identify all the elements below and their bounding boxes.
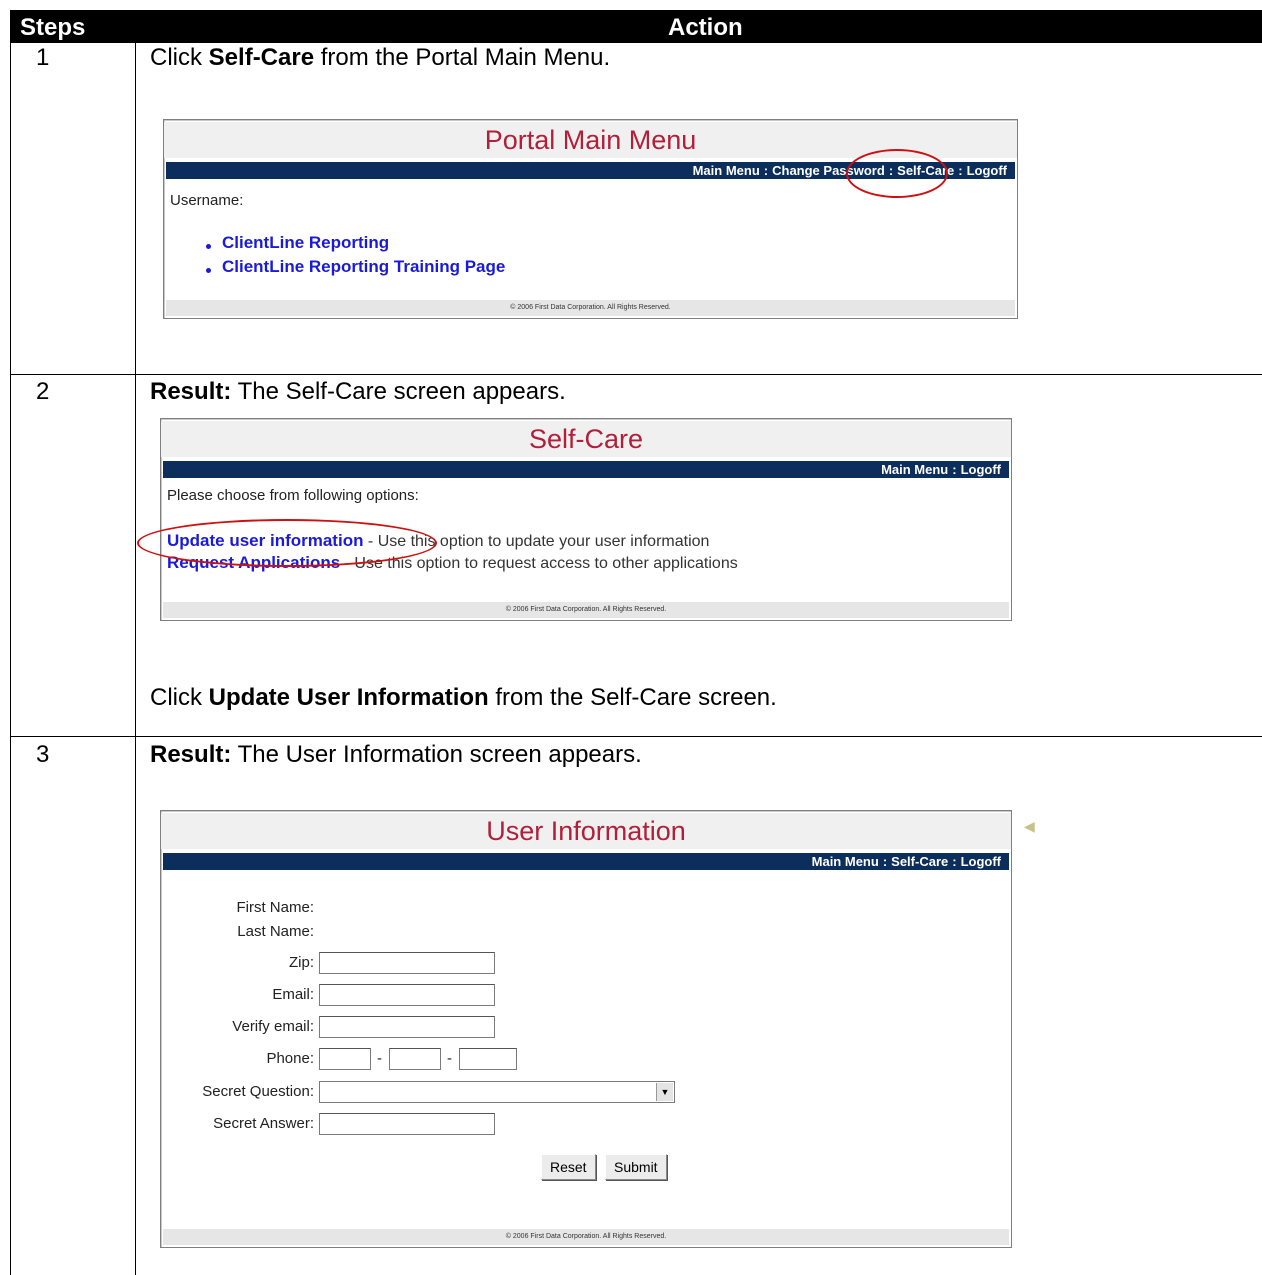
user-information-screenshot: User Information Main Menu: Self-Care: Log… [160, 810, 1012, 1248]
phone-label: Phone: [266, 1050, 314, 1067]
user-info-nav-bar: Main Menu: Self-Care: Logoff [163, 853, 1009, 870]
link-clientline-training[interactable]: ClientLine Reporting Training Page [222, 257, 505, 277]
step2-instruction: Click Update User Information from the S… [150, 684, 777, 712]
bullet-icon [206, 244, 211, 249]
step2-instr-post: from the Self-Care screen. [488, 684, 777, 711]
highlight-circle-update-user [137, 519, 437, 567]
user-information-title: User Information [161, 813, 1011, 849]
step3-result: Result: The User Information screen appe… [150, 741, 642, 769]
row-divider-2 [10, 736, 1262, 737]
nav-logoff[interactable]: Logoff [961, 854, 1001, 869]
user-info-footer: © 2006 First Data Corporation. All Right… [163, 1229, 1009, 1245]
phone-line-field[interactable] [459, 1048, 517, 1070]
nav-main-menu[interactable]: Main Menu [812, 854, 879, 869]
step-number-3: 3 [36, 741, 50, 768]
zip-field[interactable] [319, 952, 495, 974]
bullet-icon [206, 268, 211, 273]
nav-self-care[interactable]: Self-Care [891, 854, 948, 869]
step2-result-bold: Result: [150, 378, 232, 405]
phone-separator: - [447, 1050, 452, 1067]
last-name-label: Last Name: [237, 923, 314, 940]
step-number-2: 2 [36, 378, 50, 405]
chevron-down-icon[interactable]: ▼ [656, 1083, 673, 1101]
left-arrow-icon: ◀ [1024, 818, 1035, 834]
phone-prefix-field[interactable] [389, 1048, 441, 1070]
table-column-divider [135, 43, 136, 1275]
step2-instr-pre: Click [150, 684, 209, 711]
nav-main-menu[interactable]: Main Menu [881, 462, 948, 477]
step1-text-bold: Self-Care [208, 44, 315, 71]
highlight-circle-self-care [846, 149, 948, 198]
nav-logoff[interactable]: Logoff [961, 462, 1001, 477]
nav-main-menu[interactable]: Main Menu [693, 163, 760, 178]
first-name-label: First Name: [236, 899, 314, 916]
table-header [10, 10, 1262, 43]
step-number-1: 1 [36, 44, 50, 71]
phone-area-code-field[interactable] [319, 1048, 371, 1070]
row-divider-1 [10, 374, 1262, 375]
email-label: Email: [272, 986, 314, 1003]
verify-email-label: Verify email: [232, 1018, 314, 1035]
link-clientline-reporting[interactable]: ClientLine Reporting [222, 233, 389, 253]
zip-label: Zip: [288, 954, 314, 971]
verify-email-field[interactable] [319, 1016, 495, 1038]
self-care-title: Self-Care [161, 421, 1011, 457]
step1-text-post: from the Portal Main Menu. [314, 44, 611, 71]
step3-result-text: The User Information screen appears. [231, 741, 642, 768]
header-action: Action [668, 14, 743, 41]
secret-question-label: Secret Question: [202, 1083, 314, 1100]
secret-answer-field[interactable] [319, 1113, 495, 1135]
self-care-footer: © 2006 First Data Corporation. All Right… [163, 602, 1009, 618]
submit-button[interactable]: Submit [605, 1154, 667, 1180]
step2-instr-bold: Update User Information [208, 684, 489, 711]
phone-separator: - [377, 1050, 382, 1067]
header-steps: Steps [20, 14, 86, 41]
step2-result-text: The Self-Care screen appears. [231, 378, 566, 405]
portal-footer: © 2006 First Data Corporation. All Right… [166, 300, 1015, 316]
reset-button[interactable]: Reset [541, 1154, 596, 1180]
step1-instruction: Click Self-Care from the Portal Main Men… [150, 44, 610, 72]
table-left-border [10, 43, 11, 1275]
step1-text-pre: Click [150, 44, 209, 71]
options-prompt: Please choose from following options: [167, 487, 419, 504]
step3-result-bold: Result: [150, 741, 232, 768]
username-label: Username: [170, 192, 244, 209]
secret-answer-label: Secret Answer: [213, 1115, 314, 1132]
email-field[interactable] [319, 984, 495, 1006]
secret-question-select[interactable]: ▼ [319, 1081, 675, 1103]
step2-result: Result: The Self-Care screen appears. [150, 378, 566, 406]
nav-logoff[interactable]: Logoff [967, 163, 1007, 178]
self-care-nav-bar: Main Menu: Logoff [163, 461, 1009, 478]
